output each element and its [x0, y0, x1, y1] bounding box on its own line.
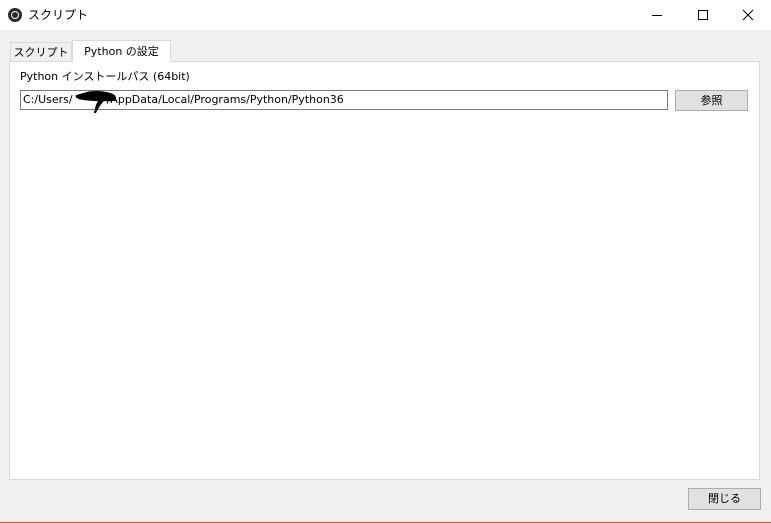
browse-button[interactable]: 参照	[675, 90, 748, 111]
python-settings-panel: Python インストールパス (64bit) C:/Users/ /AppDat…	[9, 61, 760, 480]
redaction-mark	[75, 91, 116, 113]
scripts-window: スクリプト スクリプト Python の設定 Python インストールパス (…	[0, 0, 771, 524]
close-button[interactable]: 閉じる	[688, 488, 761, 510]
minimize-button[interactable]	[634, 0, 680, 30]
install-path-value-start: C:/Users/	[23, 93, 73, 106]
close-icon	[742, 9, 754, 21]
install-path-value-end: /AppData/Local/Programs/Python/Python36	[106, 93, 344, 106]
close-window-button[interactable]	[725, 0, 771, 30]
tab-python-settings[interactable]: Python の設定	[72, 40, 171, 62]
window-title: スクリプト	[28, 8, 89, 22]
maximize-button[interactable]	[680, 0, 726, 30]
tab-scripts[interactable]: スクリプト	[10, 42, 72, 62]
install-path-label: Python インストールパス (64bit)	[20, 70, 190, 83]
title-bar[interactable]: スクリプト	[0, 0, 771, 30]
taskbar-accent-line	[0, 522, 771, 523]
minimize-icon	[652, 15, 662, 16]
obs-icon	[8, 8, 22, 22]
maximize-icon	[698, 10, 708, 20]
